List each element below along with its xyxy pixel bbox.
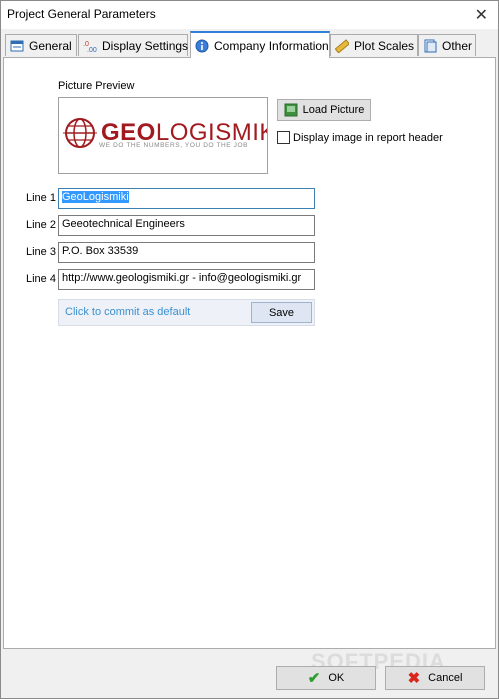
tab-company-information[interactable]: Company Information — [190, 31, 330, 58]
check-icon: ✔ — [307, 670, 321, 687]
tab-plot-scales[interactable]: Plot Scales — [330, 34, 418, 56]
load-picture-label: Load Picture — [302, 104, 365, 116]
tab-label: General — [29, 38, 72, 53]
tab-label: Company Information — [214, 38, 329, 53]
commit-default-bar: Click to commit as default Save — [58, 299, 315, 326]
line-2-input[interactable]: Geeotechnical Engineers — [58, 215, 315, 236]
cancel-button[interactable]: ✖ Cancel — [385, 666, 485, 690]
ok-button[interactable]: ✔ OK — [276, 666, 376, 690]
line-4-input[interactable]: http://www.geologismiki.gr - info@geolog… — [58, 269, 315, 290]
display-in-header-label: Display image in report header — [293, 131, 443, 144]
window-title: Project General Parameters — [7, 7, 156, 21]
globe-logo-icon — [63, 118, 97, 148]
logo-tagline: WE DO THE NUMBERS, YOU DO THE JOB — [99, 142, 249, 149]
line-3-input[interactable]: P.O. Box 33539 — [58, 242, 315, 263]
tab-strip: General .0 .00 Display Settings Company … — [3, 31, 498, 58]
cancel-label: Cancel — [428, 672, 463, 684]
display-settings-icon: .0 .00 — [83, 41, 97, 53]
picture-preview: GEOLOGISMIKI WE DO THE NUMBERS, YOU DO T… — [58, 97, 268, 174]
other-icon — [424, 39, 437, 52]
tab-label: Display Settings — [102, 38, 189, 53]
picture-icon — [284, 103, 298, 117]
load-picture-button[interactable]: Load Picture — [277, 99, 371, 121]
dialog-window: Project General Parameters ✕ General .0 … — [0, 0, 499, 699]
line-1-input[interactable]: GeoLogismiki — [58, 188, 315, 209]
info-icon — [195, 39, 209, 52]
line-3-label: Line 3 — [26, 246, 56, 258]
commit-default-link[interactable]: Click to commit as default — [65, 306, 190, 318]
line-2-label: Line 2 — [26, 219, 56, 231]
cancel-x-icon: ✖ — [407, 670, 421, 687]
tab-label: Plot Scales — [354, 38, 415, 53]
ok-label: OK — [328, 672, 345, 684]
line-4-label: Line 4 — [26, 273, 56, 285]
picture-preview-label: Picture Preview — [58, 80, 135, 92]
svg-text:.00: .00 — [87, 47, 97, 53]
line-1-label: Line 1 — [26, 192, 56, 204]
ruler-icon — [335, 38, 349, 53]
general-icon — [10, 40, 24, 51]
display-in-header-row[interactable]: Display image in report header — [277, 131, 443, 144]
close-icon[interactable]: ✕ — [475, 5, 488, 25]
display-in-header-checkbox[interactable] — [277, 131, 290, 144]
title-bar: Project General Parameters ✕ — [1, 1, 498, 29]
tab-label: Other — [442, 38, 473, 53]
tab-other[interactable]: Other — [418, 34, 476, 56]
tab-general[interactable]: General — [5, 34, 77, 56]
tab-display-settings[interactable]: .0 .00 Display Settings — [78, 34, 188, 56]
save-button[interactable]: Save — [251, 302, 312, 323]
